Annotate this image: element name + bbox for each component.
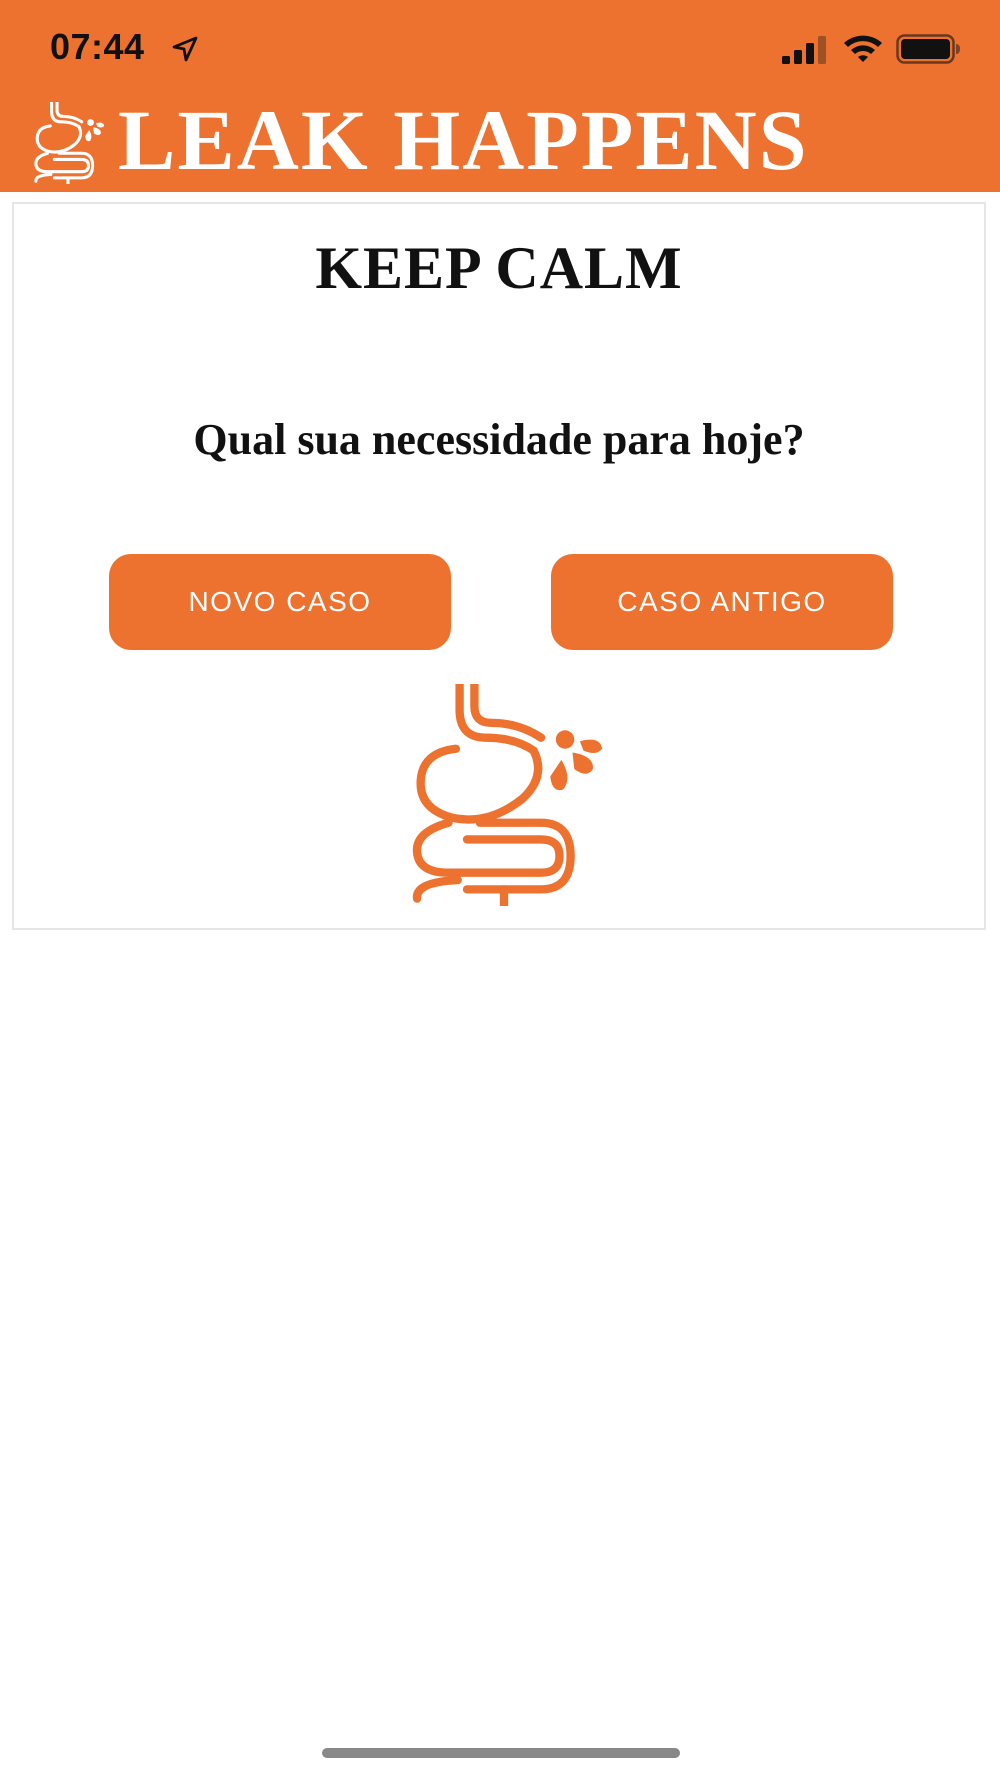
card-question: Qual sua necessidade para hoje?	[193, 415, 805, 464]
app-screen: 07:44 LEAK HAPPENS KEEP CALM Qual sua ne…	[0, 0, 1000, 1778]
app-title: LEAK HAPPENS	[118, 92, 809, 188]
new-case-button[interactable]: NOVO CASO	[109, 554, 451, 650]
app-header: 07:44 LEAK HAPPENS	[0, 0, 1000, 192]
card-title: KEEP CALM	[315, 235, 683, 301]
status-time: 07:44	[50, 26, 145, 67]
status-bar: 07:44	[0, 0, 1000, 92]
digestive-tract-leak-icon	[412, 684, 603, 906]
main-card: KEEP CALM Qual sua necessidade para hoje…	[12, 202, 986, 930]
brand-bar: LEAK HAPPENS	[0, 92, 1000, 192]
cellular-signal-icon	[782, 36, 826, 64]
wifi-icon	[844, 35, 882, 62]
old-case-button[interactable]: CASO ANTIGO	[551, 554, 893, 650]
home-indicator[interactable]	[322, 1748, 680, 1758]
location-arrow-icon	[172, 36, 198, 62]
battery-icon	[896, 34, 960, 64]
digestive-tract-leak-icon	[34, 102, 105, 184]
